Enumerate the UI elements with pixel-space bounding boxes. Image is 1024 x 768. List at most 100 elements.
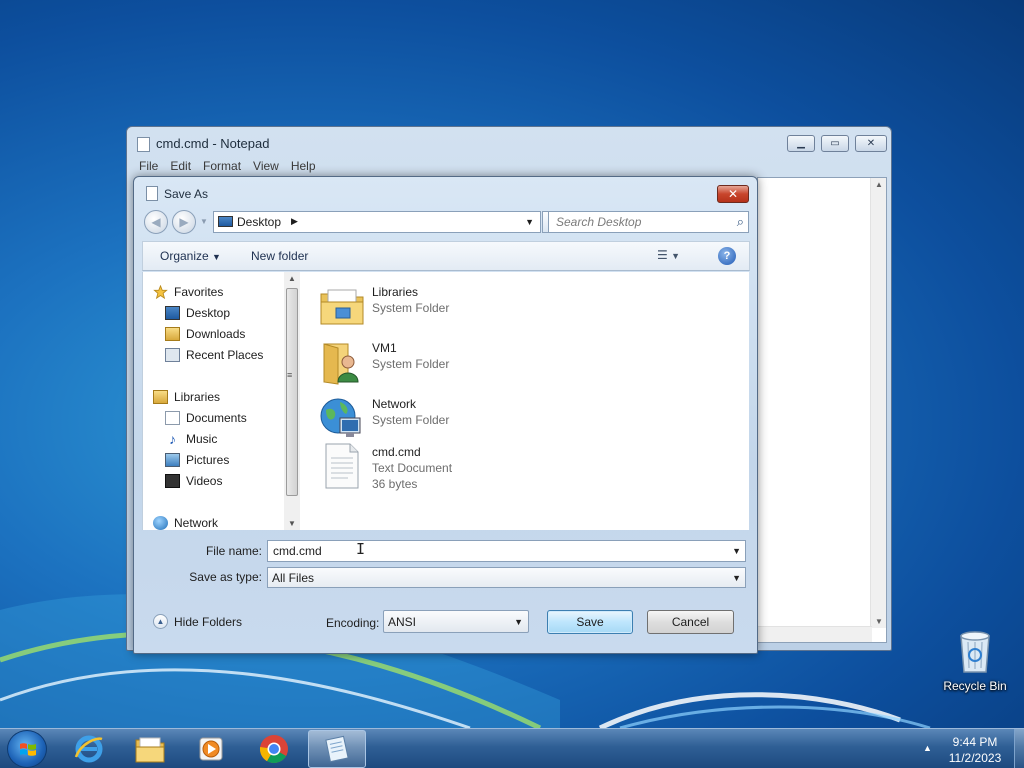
scrollbar-grip-icon: ≡	[287, 370, 293, 380]
recent-places-icon	[165, 347, 180, 362]
scroll-down-icon: ▼	[288, 519, 296, 528]
file-item-libraries[interactable]: Libraries System Folder	[310, 278, 570, 330]
hide-folders-button[interactable]: ▲ Hide Folders	[153, 614, 242, 629]
media-player-icon	[199, 737, 223, 761]
nav-downloads[interactable]: Downloads	[165, 324, 245, 343]
file-type: System Folder	[372, 357, 450, 371]
desktop-icon	[165, 305, 180, 320]
minimize-button[interactable]: ▁	[787, 135, 815, 152]
taskbar-notepad[interactable]	[308, 730, 366, 768]
search-input[interactable]: Search Desktop ⌕	[548, 211, 749, 233]
chevron-down-icon: ▼	[212, 252, 221, 262]
nav-videos[interactable]: Videos	[165, 471, 222, 490]
search-icon[interactable]: ⌕	[737, 214, 744, 230]
taskbar: ▲ 9:44 PM 11/2/2023	[0, 728, 1024, 768]
back-button[interactable]: ◀	[144, 210, 168, 234]
new-folder-button[interactable]: New folder	[251, 249, 308, 263]
save-as-dialog: Save As ✕ ◀ ▶ ▼ Desktop ▶ ▼ ⇆ Search Des…	[133, 176, 758, 654]
file-name-value[interactable]: cmd.cmd	[273, 544, 322, 558]
address-bar[interactable]: Desktop ▶ ▼	[213, 211, 541, 233]
taskbar-internet-explorer[interactable]	[60, 730, 118, 768]
navigation-scrollbar[interactable]: ▲ ≡ ▼	[284, 272, 300, 530]
recent-locations-dropdown[interactable]: ▼	[200, 217, 208, 226]
nav-libraries-label: Libraries	[174, 389, 221, 404]
file-type: System Folder	[372, 413, 450, 427]
address-location[interactable]: Desktop	[237, 215, 281, 229]
show-hidden-icons-button[interactable]: ▲	[923, 743, 932, 753]
cancel-button[interactable]: Cancel	[647, 610, 734, 634]
save-form: File name: cmd.cmd ▼ I Save as type: All…	[142, 530, 750, 648]
nav-desktop[interactable]: Desktop	[165, 303, 230, 322]
notepad-menubar: File Edit Format View Help	[133, 157, 322, 175]
nav-favorites[interactable]: Favorites	[153, 282, 223, 301]
internet-explorer-icon	[74, 735, 103, 763]
file-list: Libraries System Folder VM1 System Folde…	[300, 272, 749, 530]
menu-help[interactable]: Help	[285, 157, 322, 175]
file-name-label: File name:	[205, 544, 262, 558]
close-icon: ✕	[727, 187, 739, 201]
file-item-network[interactable]: Network System Folder	[310, 390, 570, 442]
chevron-down-icon: ▼	[514, 617, 523, 627]
save-as-type-select[interactable]: All Files ▼	[267, 567, 746, 588]
network-icon	[153, 515, 168, 530]
save-button[interactable]: Save	[547, 610, 633, 634]
chevron-down-icon[interactable]: ▼	[732, 546, 741, 556]
arrow-left-icon: ◀	[151, 215, 161, 229]
notepad-horizontal-scrollbar[interactable]	[758, 626, 872, 642]
hide-folders-label: Hide Folders	[174, 614, 243, 629]
notepad-vertical-scrollbar[interactable]: ▲ ▼	[870, 178, 886, 628]
navigation-pane: Favorites Desktop Downloads Recent Place…	[142, 272, 300, 530]
taskbar-windows-explorer[interactable]	[121, 730, 179, 768]
desktop-icon-recycle-bin[interactable]: Recycle Bin	[938, 628, 1012, 702]
nav-documents[interactable]: Documents	[165, 408, 247, 427]
file-name: VM1	[372, 341, 397, 355]
libraries-folder-icon	[320, 289, 364, 325]
save-type-value: All Files	[272, 571, 315, 585]
recycle-bin-icon	[960, 631, 990, 673]
nav-music[interactable]: ♪ Music	[165, 429, 217, 448]
scroll-down-icon: ▼	[875, 617, 883, 626]
chevron-down-icon[interactable]: ▼	[525, 217, 534, 227]
file-name-input[interactable]: cmd.cmd ▼	[267, 540, 746, 562]
desktop-icon	[218, 216, 233, 227]
close-button[interactable]: ✕	[855, 135, 887, 152]
encoding-value: ANSI	[388, 615, 417, 629]
system-clock[interactable]: 9:44 PM 11/2/2023	[940, 734, 1010, 766]
nav-pictures[interactable]: Pictures	[165, 450, 229, 469]
nav-desktop-label: Desktop	[186, 305, 231, 320]
file-name: Network	[372, 397, 417, 411]
chevron-down-icon: ▼	[732, 573, 741, 583]
encoding-select[interactable]: ANSI ▼	[383, 610, 529, 633]
dialog-close-button[interactable]: ✕	[717, 185, 749, 203]
help-button[interactable]: ?	[718, 247, 736, 265]
user-folder-icon	[323, 343, 359, 385]
notepad-title-icon	[137, 137, 150, 152]
change-view-button[interactable]: ☰ ▼	[657, 248, 693, 262]
file-item-vm1[interactable]: VM1 System Folder	[310, 334, 570, 386]
nav-libraries[interactable]: Libraries	[153, 387, 220, 406]
file-item-cmd[interactable]: cmd.cmd Text Document 36 bytes	[310, 438, 570, 491]
start-button[interactable]	[7, 730, 47, 768]
notepad-text-area[interactable]: ▲ ▼	[757, 177, 887, 643]
maximize-button[interactable]: ▭	[821, 135, 849, 152]
nav-music-label: Music	[186, 431, 218, 446]
dialog-title-icon	[146, 186, 158, 201]
menu-format[interactable]: Format	[197, 157, 247, 175]
save-type-label: Save as type:	[189, 570, 262, 584]
desktop-icon-label: Recycle Bin	[943, 679, 1007, 693]
scrollbar-thumb[interactable]	[286, 288, 298, 496]
menu-edit[interactable]: Edit	[164, 157, 197, 175]
menu-view[interactable]: View	[247, 157, 285, 175]
file-type: Text Document	[372, 461, 453, 475]
menu-file[interactable]: File	[133, 157, 164, 175]
nav-network-label: Network	[174, 515, 219, 530]
forward-button[interactable]: ▶	[172, 210, 196, 234]
file-size: 36 bytes	[372, 477, 418, 491]
nav-recent-places[interactable]: Recent Places	[165, 345, 263, 364]
taskbar-chrome[interactable]	[245, 730, 303, 768]
organize-button[interactable]: Organize ▼	[160, 249, 221, 263]
show-desktop-button[interactable]	[1014, 729, 1024, 768]
breadcrumb-chevron-icon[interactable]: ▶	[291, 216, 298, 227]
pictures-icon	[165, 452, 180, 467]
taskbar-media-player[interactable]	[182, 730, 240, 768]
